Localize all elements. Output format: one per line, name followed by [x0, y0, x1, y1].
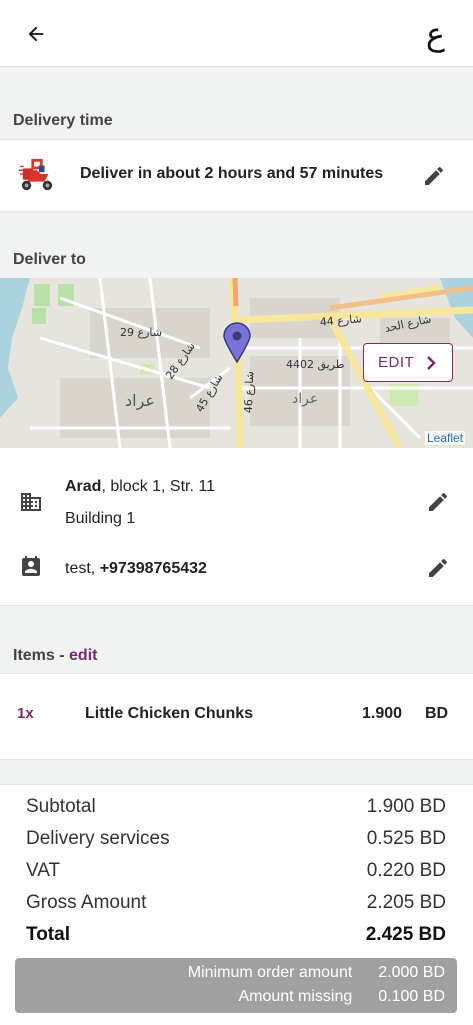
summary-value: 0.525 BD — [366, 828, 446, 849]
edit-contact-pencil-icon[interactable] — [426, 556, 450, 580]
delivery-time-text: Deliver in about 2 hours and 57 minutes — [80, 165, 384, 182]
minimum-order-banner: Minimum order amount 2.000 BD Amount mis… — [15, 958, 457, 1013]
summary-value: 2.205 BD — [366, 892, 446, 913]
map-attribution-link[interactable]: Leaflet — [424, 431, 465, 445]
total-label: Total — [26, 924, 70, 945]
address-section: Arad, block 1, Str. 11 Building 1 test, … — [0, 448, 473, 606]
address-line-1: Arad, block 1, Str. 11 — [65, 478, 215, 496]
items-heading-label: Items - — [13, 647, 70, 664]
map-edit-button[interactable]: EDIT — [363, 343, 453, 382]
edit-address-pencil-icon[interactable] — [426, 490, 450, 514]
summary-row-subtotal: Subtotal 1.900 BD — [26, 796, 446, 818]
summary-row-total: Total 2.425 BD — [26, 924, 446, 946]
address-building: Building 1 — [65, 510, 136, 527]
minimum-order-label: Minimum order amount — [187, 964, 353, 981]
edit-delivery-time-pencil-icon[interactable] — [422, 164, 446, 188]
delivery-scooter-icon — [19, 158, 53, 191]
building-icon — [21, 493, 41, 511]
top-bar: ع — [0, 0, 473, 67]
item-price: 1.900 — [362, 705, 403, 722]
map-label-street-29: شارع 29 — [120, 326, 162, 339]
minimum-order-value: 2.000 BD — [378, 964, 445, 981]
contact-line: test, +97398765432 — [65, 560, 207, 578]
amount-missing-value: 0.100 BD — [378, 988, 445, 1005]
delivery-time-row[interactable]: Deliver in about 2 hours and 57 minutes — [0, 139, 473, 212]
back-button[interactable] — [22, 20, 50, 48]
contact-phone: +97398765432 — [99, 560, 207, 577]
map-label-road-4402: طريق 4402 — [286, 358, 345, 372]
deliver-to-heading: Deliver to — [13, 251, 86, 268]
minimum-order-row: Minimum order amount 2.000 BD — [188, 964, 445, 982]
map-label-street-46: شارع 46 — [242, 371, 256, 413]
item-name: Little Chicken Chunks — [85, 705, 254, 722]
item-quantity: 1x — [17, 705, 34, 722]
summary-label: Subtotal — [26, 796, 96, 817]
amount-missing-label: Amount missing — [238, 988, 353, 1005]
summary-row-delivery: Delivery services 0.525 BD — [26, 828, 446, 850]
map-label-arad-west: عراد — [125, 391, 155, 411]
items-edit-link[interactable]: edit — [69, 647, 97, 664]
items-heading: Items - edit — [13, 647, 97, 665]
contact-name: test, — [65, 560, 100, 577]
items-list: 1x Little Chicken Chunks 1.900 BD — [0, 673, 473, 760]
arrow-left-icon — [28, 26, 44, 42]
address-area: Arad — [65, 478, 102, 495]
amount-missing-row: Amount missing 0.100 BD — [238, 988, 445, 1006]
summary-value: 1.900 BD — [366, 796, 446, 817]
contact-card-icon — [22, 556, 40, 576]
summary-label: Gross Amount — [26, 892, 147, 913]
delivery-time-heading: Delivery time — [13, 112, 113, 129]
language-toggle-button[interactable]: ع — [426, 14, 445, 54]
item-currency: BD — [425, 705, 449, 722]
summary-row-gross: Gross Amount 2.205 BD — [26, 892, 446, 914]
chevron-right-icon — [427, 356, 436, 370]
address-street: , block 1, Str. 11 — [101, 478, 215, 495]
map-edit-label: EDIT — [378, 354, 415, 371]
total-value: 2.425 BD — [365, 924, 446, 945]
summary-label: VAT — [26, 860, 61, 881]
summary-row-vat: VAT 0.220 BD — [26, 860, 446, 882]
summary-value: 0.220 BD — [366, 860, 446, 881]
map-label-arad-east: عراد — [292, 391, 318, 407]
summary-label: Delivery services — [26, 828, 170, 849]
